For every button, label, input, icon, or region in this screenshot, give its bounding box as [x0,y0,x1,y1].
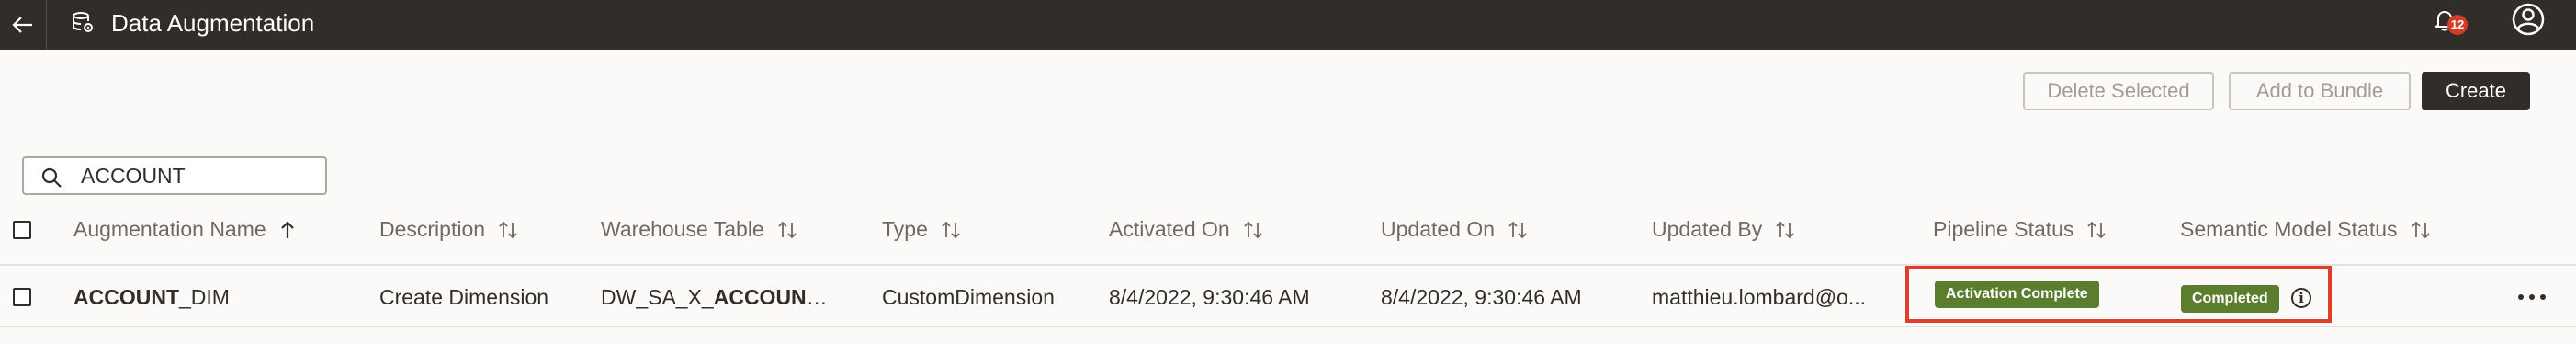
notification-count-badge: 12 [2447,15,2468,35]
name-rest: _DIM [179,285,230,309]
search-icon [41,167,62,188]
database-gear-icon [73,12,93,32]
search-input[interactable] [81,164,315,188]
column-header-pipeline-status[interactable]: Pipeline Status [1933,217,2107,242]
more-horizontal-icon[interactable] [2514,286,2550,308]
column-header-semantic-model-status[interactable]: Semantic Model Status [2180,217,2431,242]
updated-on-cell: 8/4/2022, 9:30:46 AM [1381,285,1582,309]
sort-ascending-icon[interactable] [279,220,296,240]
column-header-label: Activated On [1109,217,1230,241]
page-title: Data Augmentation [111,9,315,37]
column-header-label: Description [379,217,486,241]
type-cell: CustomDimension [882,285,1055,309]
row-divider [0,326,2576,327]
column-header-label: Warehouse Table [601,217,764,241]
sort-icon[interactable] [1775,220,1795,240]
status-highlight-box [1905,266,2332,323]
name-match-highlight: ACCOUNT [73,285,179,309]
warehouse-match-highlight: ACCOUNT [713,285,819,309]
sort-icon[interactable] [1508,220,1528,240]
back-button[interactable] [0,0,47,50]
warehouse-prefix: DW_SA_X_ [601,285,714,309]
column-header-type[interactable]: Type [882,217,961,242]
sort-icon[interactable] [777,220,797,240]
arrow-left-icon [12,17,32,33]
create-button[interactable]: Create [2422,72,2530,110]
column-header-description[interactable]: Description [379,217,518,242]
sort-icon[interactable] [2086,220,2107,240]
column-header-label: Type [882,217,928,241]
column-header-warehouse-table[interactable]: Warehouse Table [601,217,797,242]
activated-on-cell: 8/4/2022, 9:30:46 AM [1109,285,1310,309]
column-header-label: Pipeline Status [1933,217,2074,241]
delete-selected-button[interactable]: Delete Selected [2023,72,2214,110]
sort-icon[interactable] [2411,220,2431,240]
column-header-label: Semantic Model Status [2180,217,2398,241]
user-circle-icon[interactable] [2510,1,2547,38]
row-checkbox[interactable] [13,288,31,306]
column-header-updated-on[interactable]: Updated On [1381,217,1528,242]
add-to-bundle-button[interactable]: Add to Bundle [2229,72,2411,110]
column-header-activated-on[interactable]: Activated On [1109,217,1263,242]
column-header-augmentation-name[interactable]: Augmentation Name [73,217,296,242]
warehouse-table-cell: DW_SA_X_ACCOUNT... [601,284,832,310]
column-header-label: Updated On [1381,217,1496,241]
description-cell: Create Dimension [379,285,549,309]
augmentation-name-cell[interactable]: ACCOUNT_DIM [73,284,230,310]
sort-icon[interactable] [1243,220,1263,240]
select-all-checkbox[interactable] [13,221,31,239]
column-header-updated-by[interactable]: Updated By [1652,217,1795,242]
search-box[interactable] [22,156,327,195]
column-header-label: Augmentation Name [73,217,266,241]
column-header-label: Updated By [1652,217,1763,241]
sort-icon[interactable] [498,220,518,240]
sort-icon[interactable] [941,220,961,240]
updated-by-cell: matthieu.lombard@o... [1652,285,1867,309]
app-header: Data Augmentation 12 [0,0,2576,50]
